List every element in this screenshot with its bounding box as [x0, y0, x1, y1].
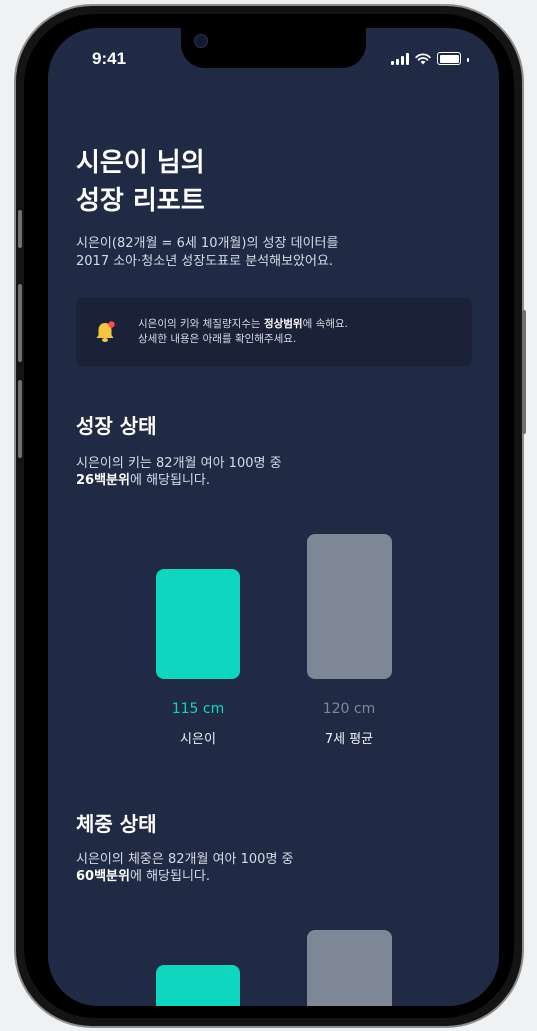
child-height-bar: [156, 569, 240, 679]
weight-description: 시은이의 체중은 82개월 여아 100명 중 60백분위에 해당됩니다.: [76, 851, 294, 885]
silent-switch: [18, 210, 22, 248]
notice-line1-suffix: 에 속해요.: [302, 318, 348, 330]
average-weight-bar: [307, 930, 392, 1006]
subtitle-line-1: 시은이(82개월 = 6세 10개월)의 성장 데이터를: [76, 236, 339, 251]
front-camera: [194, 34, 208, 48]
app-screen: 9:41 시은이 님의 성장 리포트 시은이(82개월 = 6세 10개월)의 …: [48, 28, 499, 1006]
wifi-icon: [415, 53, 431, 65]
average-height-value: 120 cm: [322, 701, 376, 717]
notice-highlight: 정상범위: [263, 318, 303, 330]
signal-icon: [391, 53, 409, 65]
growth-desc-suffix: 에 해당됩니다.: [129, 473, 211, 488]
notice-line-2: 상세한 내용은 아래를 확인해주세요.: [138, 333, 297, 345]
title-line-2: 성장 리포트: [76, 186, 205, 216]
child-weight-bar: [156, 965, 240, 1006]
child-height-value: 115 cm: [171, 701, 225, 717]
weight-percentile: 60백분위: [76, 869, 130, 884]
page-title: 시은이 님의 성장 리포트: [76, 144, 205, 220]
title-line-1: 시은이 님의: [76, 148, 205, 178]
power-button: [522, 310, 526, 434]
growth-percentile: 26백분위: [76, 473, 130, 488]
weight-desc-suffix: 에 해당됩니다.: [129, 869, 211, 884]
volume-down-button: [18, 380, 22, 458]
average-height-label: 7세 평균: [324, 732, 374, 747]
notice-text: 시은이의 키와 체질량지수는 정상범위에 속해요. 상세한 내용은 아래를 확인…: [138, 317, 348, 347]
growth-description: 시은이의 키는 82개월 여아 100명 중 26백분위에 해당됩니다.: [76, 455, 282, 489]
bell-icon: [96, 321, 115, 342]
battery-tip: [467, 58, 469, 62]
volume-up-button: [18, 284, 22, 362]
status-icons: [391, 52, 469, 65]
average-height-bar: [307, 534, 392, 679]
subtitle-line-2: 2017 소아·청소년 성장도표로 분석해보았어요.: [76, 254, 334, 269]
growth-section-title: 성장 상태: [76, 414, 157, 438]
growth-desc-line-1: 시은이의 키는 82개월 여아 100명 중: [76, 456, 282, 471]
battery-icon: [437, 52, 461, 65]
weight-desc-line-1: 시은이의 체중은 82개월 여아 100명 중: [76, 852, 294, 867]
notch: [181, 28, 366, 68]
status-time: 9:41: [92, 49, 127, 68]
notice-line1-prefix: 시은이의 키와 체질량지수는: [138, 318, 264, 330]
report-subtitle: 시은이(82개월 = 6세 10개월)의 성장 데이터를 2017 소아·청소년…: [76, 235, 338, 271]
child-height-label: 시은이: [180, 732, 216, 747]
weight-section-title: 체중 상태: [76, 812, 157, 836]
notice-card: 시은이의 키와 체질량지수는 정상범위에 속해요. 상세한 내용은 아래를 확인…: [76, 298, 472, 366]
